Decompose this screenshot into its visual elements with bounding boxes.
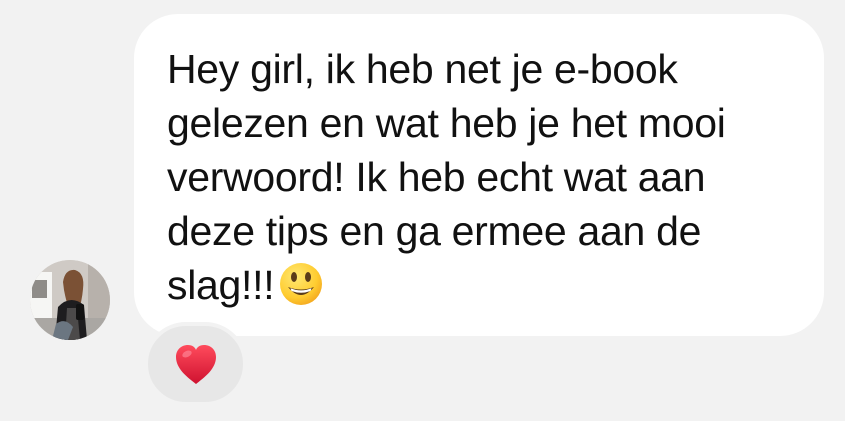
message-line-5: slag!!! xyxy=(167,262,275,308)
heart-reaction[interactable] xyxy=(144,322,247,406)
message-line-2: gelezen en wat heb je het mooi xyxy=(167,100,726,146)
message-text: Hey girl, ik heb net je e-book gelezen en… xyxy=(167,42,807,312)
message-line-1: Hey girl, ik heb net je e-book xyxy=(167,46,678,92)
sender-avatar[interactable] xyxy=(30,260,110,340)
message-line-4: deze tips en ga ermee aan de xyxy=(167,208,702,254)
red-heart-icon xyxy=(175,345,216,384)
avatar-photo xyxy=(30,260,110,340)
grinning-face-emoji-icon xyxy=(280,263,323,305)
message-line-3: verwoord! Ik heb echt wat aan xyxy=(167,154,706,200)
